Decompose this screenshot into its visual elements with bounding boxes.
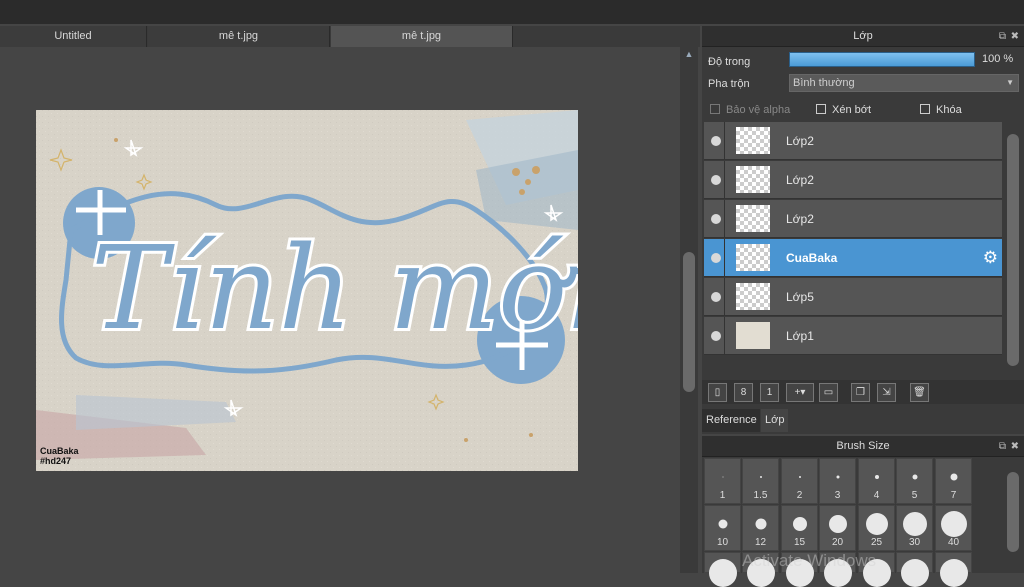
brush-scrollbar[interactable] [1004, 458, 1022, 573]
brush-size-cell[interactable]: 5 [896, 458, 933, 504]
popout-icon[interactable]: ⧉ [999, 436, 1006, 457]
add-layer-dropdown-icon[interactable]: +▾ [786, 383, 814, 402]
layer-thumbnail [736, 283, 770, 310]
visibility-icon[interactable] [711, 292, 721, 302]
layer-item[interactable]: Lớp2 [704, 200, 1002, 238]
layer-item[interactable]: Lớp2 [704, 122, 1002, 160]
opacity-slider[interactable] [789, 52, 975, 67]
protect-alpha-checkbox[interactable]: Bảo vệ alpha [710, 103, 790, 117]
layer-name: Lớp1 [786, 329, 814, 343]
brush-size-cell[interactable]: 20 [819, 505, 856, 551]
brush-scroll-thumb[interactable] [1007, 472, 1019, 552]
tab-reference[interactable]: Reference [702, 409, 760, 432]
layer-name: Lớp5 [786, 290, 814, 304]
opacity-value: 100 % [982, 53, 1014, 65]
layer-thumbnail [736, 322, 770, 349]
layer-thumbnail [736, 244, 770, 271]
delete-layer-icon[interactable]: 🗑 [910, 383, 929, 402]
gear-icon[interactable]: ⚙ [983, 248, 998, 268]
brush-size-cell[interactable]: 40 [935, 505, 972, 551]
canvas-scrollbar[interactable]: ▲ [680, 47, 698, 573]
brush-size-cell[interactable]: 3 [819, 458, 856, 504]
layer-name: Lớp2 [786, 212, 814, 226]
brush-size-cell[interactable]: 12 [742, 505, 779, 551]
opacity-label: Độ trong [708, 56, 751, 68]
clipping-checkbox[interactable]: Xén bớt [816, 103, 871, 117]
close-icon[interactable]: ✖ [1011, 26, 1019, 47]
chevron-down-icon: ▼ [1006, 78, 1014, 87]
blend-mode-value: Bình thường [793, 77, 855, 89]
new-8bit-layer-icon[interactable]: 8 [734, 383, 753, 402]
visibility-icon[interactable] [711, 175, 721, 185]
lock-label: Khóa [936, 104, 962, 116]
visibility-icon[interactable] [711, 136, 721, 146]
brush-size-cell[interactable]: 10 [704, 505, 741, 551]
layer-item-selected[interactable]: CuaBaka ⚙ [704, 239, 1002, 277]
lock-checkbox[interactable]: Khóa [920, 103, 962, 117]
layer-panel-title-text: Lớp [853, 30, 873, 42]
layer-scroll-thumb[interactable] [1007, 134, 1019, 366]
brush-size-cell[interactable]: 4 [858, 458, 895, 504]
layer-list: Lớp2 Lớp2 Lớp2 CuaBaka ⚙ Lớp5 Lớp1 [702, 122, 1002, 355]
brush-panel-title: Brush Size ⧉ ✖ [702, 436, 1024, 457]
folder-icon[interactable]: ▭ [819, 383, 838, 402]
layer-item[interactable]: Lớp2 [704, 161, 1002, 199]
brush-size-cell[interactable]: 30 [896, 505, 933, 551]
brush-size-cell[interactable]: 25 [858, 505, 895, 551]
layer-item[interactable]: Lớp1 [704, 317, 1002, 355]
layer-name: Lớp2 [786, 134, 814, 148]
top-bar [0, 0, 1024, 24]
tab-me-t-1[interactable]: mê t.jpg [148, 26, 330, 47]
close-icon[interactable]: ✖ [1011, 436, 1019, 457]
signature-line2: #hd247 [40, 456, 71, 466]
protect-alpha-label: Bảo vệ alpha [726, 104, 791, 116]
blend-label: Pha trộn [708, 78, 750, 90]
layer-toolbar: ▯ 8 1 +▾ ▭ ❐ ⇲ 🗑 [702, 380, 1024, 404]
brush-panel-title-text: Brush Size [836, 440, 890, 452]
brush-size-cell[interactable]: 1.5 [742, 458, 779, 504]
artwork-title: Tính mới [91, 222, 578, 356]
scroll-up-icon[interactable]: ▲ [683, 49, 695, 59]
checkbox-icon [816, 104, 826, 114]
duplicate-layer-icon[interactable]: ❐ [851, 383, 870, 402]
canvas-scroll-thumb[interactable] [683, 252, 695, 392]
brush-size-cell[interactable] [704, 552, 741, 587]
artwork-canvas[interactable]: Tính mới Tính mới CuaBaka #hd247 [36, 110, 578, 471]
new-layer-icon[interactable]: ▯ [708, 383, 727, 402]
layer-panel: Lớp ⧉ ✖ Độ trong 100 % Pha trộn Bình thư… [702, 26, 1024, 434]
layer-name: CuaBaka [786, 251, 838, 265]
layer-item[interactable]: Lớp5 [704, 278, 1002, 316]
checkbox-icon [920, 104, 930, 114]
layer-thumbnail [736, 166, 770, 193]
checkbox-icon [710, 104, 720, 114]
blend-mode-select[interactable]: Bình thường ▼ [789, 74, 1019, 92]
document-tabs: Untitled mê t.jpg mê t.jpg [0, 26, 700, 47]
visibility-icon[interactable] [711, 331, 721, 341]
signature-line1: CuaBaka [40, 446, 80, 456]
layer-name: Lớp2 [786, 173, 814, 187]
brush-size-cell[interactable]: 2 [781, 458, 818, 504]
brush-size-cell[interactable] [896, 552, 933, 587]
brush-size-cell[interactable]: 15 [781, 505, 818, 551]
layer-thumbnail [736, 205, 770, 232]
visibility-icon[interactable] [711, 253, 721, 263]
tab-me-t-2[interactable]: mê t.jpg [331, 26, 513, 47]
layer-panel-title: Lớp ⧉ ✖ [702, 26, 1024, 47]
tab-untitled[interactable]: Untitled [0, 26, 147, 47]
visibility-icon[interactable] [711, 214, 721, 224]
brush-size-cell[interactable] [935, 552, 972, 587]
new-1bit-layer-icon[interactable]: 1 [760, 383, 779, 402]
clipping-label: Xén bớt [832, 104, 872, 116]
merge-layer-icon[interactable]: ⇲ [877, 383, 896, 402]
popout-icon[interactable]: ⧉ [999, 26, 1006, 47]
brush-size-cell[interactable]: 7 [935, 458, 972, 504]
tab-layer[interactable]: Lớp [761, 409, 788, 432]
activation-watermark: Activate Windows [742, 551, 877, 570]
layer-list-scrollbar[interactable] [1004, 122, 1022, 382]
brush-size-cell[interactable]: 1 [704, 458, 741, 504]
artwork-illustration: Tính mới Tính mới CuaBaka #hd247 [36, 110, 578, 471]
layer-thumbnail [736, 127, 770, 154]
